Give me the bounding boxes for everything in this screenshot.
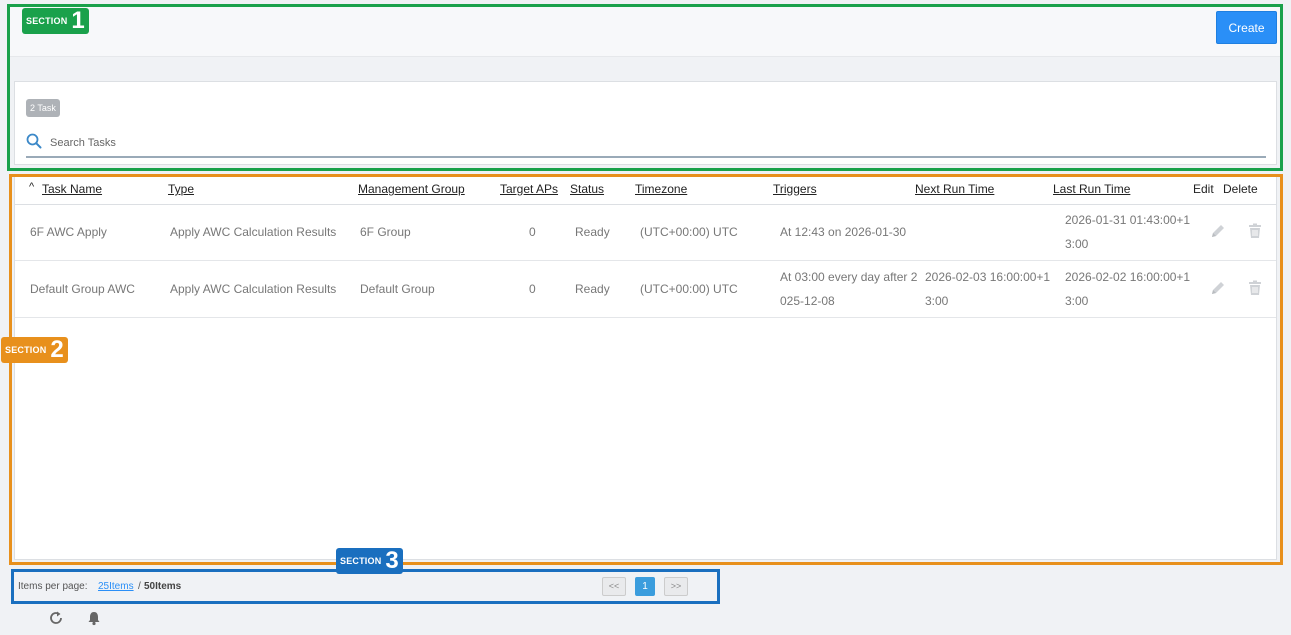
items-per-page-separator: / [138,581,141,592]
column-header-target-aps[interactable]: Target APs [500,182,558,196]
cell-timezone: (UTC+00:00) UTC [640,282,738,296]
pagination-bar: Items per page: 25Items / 50Items << 1 >… [14,573,717,601]
task-panel: 2 Task [14,81,1277,165]
search-bar [26,130,1266,158]
cell-task-name: Default Group AWC [30,282,135,296]
cell-type: Apply AWC Calculation Results [170,282,337,296]
cell-management-group: 6F Group [360,225,411,239]
cell-task-name: 6F AWC Apply [30,225,107,239]
section-2-label: SECTION 2 [1,337,68,363]
table-header: ^ Task Name Type Management Group Target… [15,176,1276,205]
cell-triggers: At 12:43 on 2026-01-30 [780,225,907,239]
cell-type: Apply AWC Calculation Results [170,225,337,239]
section-3-label: SECTION 3 [336,548,403,574]
items-per-page-label: Items per page: [18,581,88,592]
cell-management-group: Default Group [360,282,435,296]
cell-next-run-time: 2026-02-03 16:00:00+13:00 [925,270,1051,308]
pencil-icon[interactable] [1209,222,1227,240]
column-header-delete: Delete [1223,182,1258,196]
items-per-page-50-option[interactable]: 50Items [144,581,181,592]
section-label-word: SECTION [340,556,382,566]
search-icon[interactable] [26,133,42,149]
trash-icon[interactable] [1246,222,1264,240]
column-header-last-run-time[interactable]: Last Run Time [1053,182,1130,196]
pencil-icon[interactable] [1209,279,1227,297]
task-count-badge: 2 Task [26,99,60,117]
current-page-button[interactable]: 1 [635,577,655,596]
next-page-button[interactable]: >> [664,577,688,596]
trash-icon[interactable] [1246,279,1264,297]
top-toolbar: Create [9,6,1281,57]
section-label-number: 3 [385,547,399,574]
bell-icon[interactable] [86,610,102,626]
column-header-next-run-time[interactable]: Next Run Time [915,182,994,196]
tasks-table: ^ Task Name Type Management Group Target… [14,175,1277,560]
section-label-word: SECTION [26,16,68,26]
items-per-page-25-link[interactable]: 25Items [98,581,134,592]
section-label-word: SECTION [5,345,47,355]
cell-last-run-time: 2026-02-02 16:00:00+13:00 [1065,270,1191,308]
cell-last-run-time: 2026-01-31 01:43:00+13:00 [1065,213,1191,251]
sort-ascending-indicator[interactable]: ^ [29,181,34,193]
cell-status: Ready [575,282,610,296]
refresh-icon[interactable] [48,610,64,626]
column-header-task-name[interactable]: Task Name [42,182,102,196]
column-header-edit: Edit [1193,182,1214,196]
cell-status: Ready [575,225,610,239]
cell-triggers: At 03:00 every day after 2025-12-08 [780,270,918,308]
previous-page-button[interactable]: << [602,577,626,596]
table-row[interactable]: Default Group AWC Apply AWC Calculation … [15,261,1276,318]
cell-timezone: (UTC+00:00) UTC [640,225,738,239]
section-label-number: 2 [50,336,64,363]
column-header-triggers[interactable]: Triggers [773,182,817,196]
table-row[interactable]: 6F AWC Apply Apply AWC Calculation Resul… [15,204,1276,261]
create-button[interactable]: Create [1216,11,1277,44]
cell-target-aps: 0 [529,282,536,296]
column-header-timezone[interactable]: Timezone [635,182,687,196]
section-label-number: 1 [71,7,85,34]
column-header-status[interactable]: Status [570,182,604,196]
column-header-management-group[interactable]: Management Group [358,182,465,196]
section-1-label: SECTION 1 [22,8,89,34]
column-header-type[interactable]: Type [168,182,194,196]
cell-target-aps: 0 [529,225,536,239]
search-input[interactable] [50,132,1250,154]
